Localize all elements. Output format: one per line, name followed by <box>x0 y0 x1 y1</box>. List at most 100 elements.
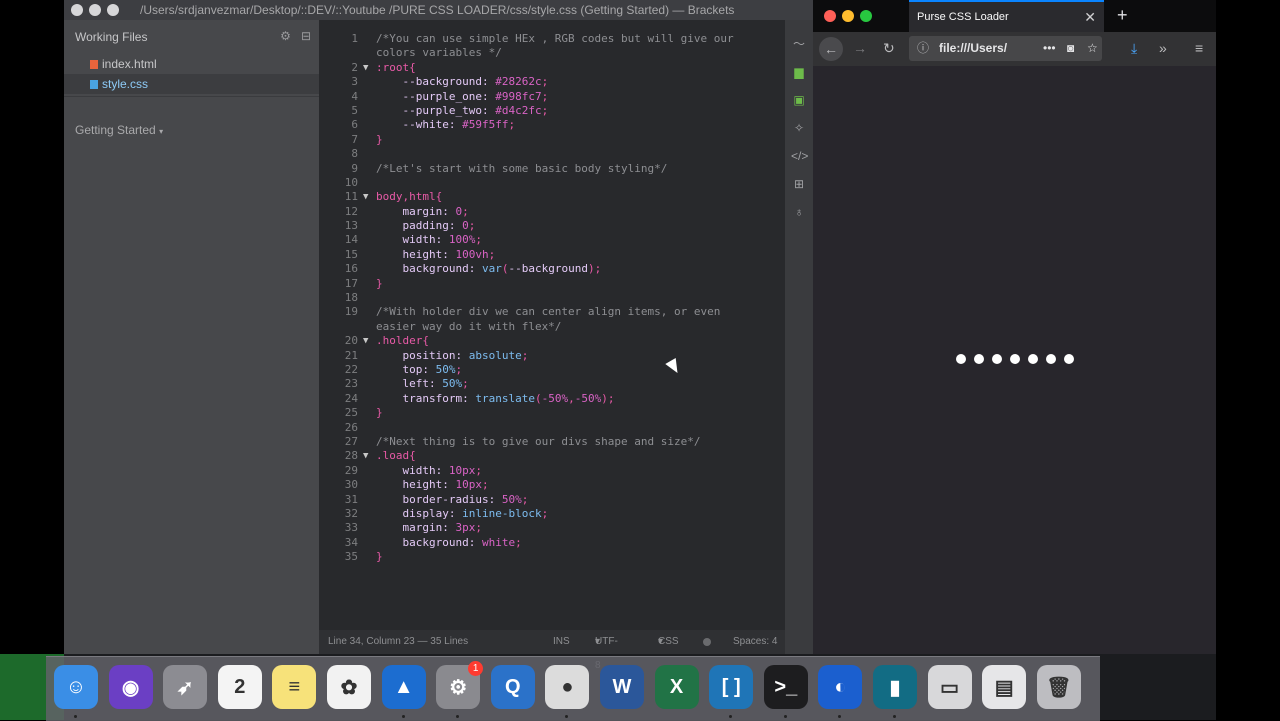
ff-minimize-window-button[interactable] <box>842 10 854 22</box>
language-select[interactable]: CSS ▾ <box>658 630 679 654</box>
downloads-icon[interactable]: ⤓ <box>1131 40 1137 57</box>
live-preview-icon[interactable]: 〜 <box>791 36 807 52</box>
code-line[interactable]: 26 <box>319 421 785 435</box>
code-line[interactable]: 23 left: 50%; <box>319 377 785 391</box>
notes-icon[interactable]: ≡ <box>272 665 317 709</box>
code-line[interactable]: 2 ▼:root{ <box>319 61 785 75</box>
code-line[interactable]: 13 padding: 0; <box>319 219 785 233</box>
code-line[interactable]: 14 width: 100%; <box>319 233 785 247</box>
trash-icon[interactable]: 🗑 <box>1036 665 1081 709</box>
code-line[interactable]: 29 width: 10px; <box>319 464 785 478</box>
code-line[interactable]: 35} <box>319 550 785 564</box>
sequel-pro-icon[interactable]: ● <box>545 665 590 709</box>
word-icon[interactable]: W <box>600 665 644 709</box>
code-line[interactable]: 25} <box>319 406 785 420</box>
code-line[interactable]: 11 ▼ body,html{ <box>319 190 785 204</box>
excel-icon[interactable]: X <box>654 665 699 709</box>
code-line[interactable]: easier way do it with flex*/ <box>319 320 785 334</box>
linter-status-icon[interactable] <box>703 638 711 646</box>
code-line[interactable]: 34 background: white; <box>319 536 785 550</box>
code-line[interactable]: 7} <box>319 133 785 147</box>
code-line[interactable]: 27 /*Next thing is to give our divs shape… <box>319 435 785 449</box>
working-file-item[interactable]: style.css <box>64 74 319 94</box>
quicktime-icon[interactable]: Q <box>490 665 535 709</box>
pocket-icon[interactable]: ◙ <box>1067 36 1074 61</box>
indent-setting[interactable]: Spaces: 4 <box>733 630 777 654</box>
code-line[interactable]: 1 /*You can use simple HEx , RGB codes bu… <box>319 32 785 46</box>
folder-icon[interactable]: ▭ <box>927 665 972 709</box>
encoding-select[interactable]: UTF-8 ▾ <box>595 630 618 671</box>
document-icon[interactable]: ▤ <box>982 665 1027 709</box>
maximize-window-button[interactable] <box>107 4 119 16</box>
code-line[interactable]: 6 --white: #59f5ff; <box>319 118 785 132</box>
code-line[interactable]: 32 display: inline-block; <box>319 507 785 521</box>
code-line[interactable]: 8 <box>319 147 785 161</box>
code-editor[interactable]: 1 /*You can use simple HEx , RGB codes bu… <box>319 20 785 671</box>
code-line[interactable]: 10 <box>319 176 785 190</box>
lightbulb-icon[interactable]: ♁ <box>791 204 807 220</box>
magic-wand-icon[interactable]: ✧ <box>791 120 807 136</box>
firefox-icon[interactable]: ◐ <box>818 665 863 709</box>
code-line[interactable]: 9 /*Let's start with some basic body styl… <box>319 162 785 176</box>
hamburger-menu-icon[interactable]: ≡ <box>1195 40 1203 56</box>
url-bar[interactable]: ⓘ file:///Users/ ••• ◙ ☆ <box>909 36 1102 61</box>
code-line[interactable]: 30 height: 10px; <box>319 478 785 492</box>
siri-icon[interactable]: ◉ <box>108 665 153 709</box>
code-line[interactable]: 17} <box>319 277 785 291</box>
code-line[interactable]: 5 --purple_two: #d4c2fc; <box>319 104 785 118</box>
overflow-chevron-icon[interactable]: » <box>1159 40 1167 56</box>
code-line[interactable]: colors variables */ <box>319 46 785 60</box>
ff-close-window-button[interactable] <box>824 10 836 22</box>
new-tab-icon[interactable]: + <box>1117 5 1128 26</box>
terminal-icon[interactable]: >_ <box>763 665 808 709</box>
page-actions-icon[interactable]: ••• <box>1043 36 1056 61</box>
code-area[interactable]: 1 /*You can use simple HEx , RGB codes bu… <box>319 32 785 564</box>
code-line[interactable]: 15 height: 100vh; <box>319 248 785 262</box>
reload-icon[interactable]: ↻ <box>883 40 895 57</box>
code-line[interactable]: 20 ▼ .holder{ <box>319 334 785 348</box>
code-line[interactable]: 12 margin: 0; <box>319 205 785 219</box>
working-file-item[interactable]: index.html <box>64 54 319 74</box>
code-line[interactable]: 21 position: absolute; <box>319 349 785 363</box>
photos-icon[interactable]: ✿ <box>327 665 371 709</box>
layout-icon[interactable]: ⊞ <box>791 176 807 192</box>
forward-arrow-icon[interactable]: → <box>853 40 867 56</box>
fold-toggle-icon[interactable]: ▼ <box>363 449 368 463</box>
fold-toggle-icon[interactable]: ▼ <box>363 61 368 75</box>
affinity-icon[interactable]: ▲ <box>381 665 426 709</box>
code-line[interactable]: 24 transform: translate(-50%,-50%); <box>319 392 785 406</box>
code-line[interactable]: 22 top: 50%; <box>319 363 785 377</box>
close-window-button[interactable] <box>71 4 83 16</box>
info-icon[interactable]: ⓘ <box>917 36 929 61</box>
code-line[interactable]: 4 --purple_one: #998fc7; <box>319 90 785 104</box>
gear-icon[interactable]: ⚙ <box>280 29 291 43</box>
brackets-icon[interactable]: [ ] <box>709 665 754 709</box>
gift-icon[interactable]: ▣ <box>791 92 807 108</box>
back-arrow-icon[interactable]: ← <box>819 37 843 61</box>
code-line[interactable]: 18 <box>319 291 785 305</box>
minimize-window-button[interactable] <box>89 4 101 16</box>
split-view-icon[interactable]: ⊟ <box>301 29 311 43</box>
code-line[interactable]: 16 background: var(--background); <box>319 262 785 276</box>
extension-manager-icon[interactable]: ▆ <box>791 64 807 80</box>
code-icon[interactable]: </> <box>791 148 808 164</box>
book-icon[interactable]: ▮ <box>873 665 917 709</box>
code-line[interactable]: 19 /*With holder div we can center align … <box>319 305 785 319</box>
fold-toggle-icon[interactable]: ▼ <box>363 334 368 348</box>
project-dropdown[interactable]: Getting Started ▾ <box>75 123 163 137</box>
insert-mode[interactable]: INS <box>553 630 570 654</box>
close-tab-icon[interactable]: ✕ <box>1084 2 1096 32</box>
code-line[interactable]: 3 --background: #28262c; <box>319 75 785 89</box>
finder-icon[interactable]: ☺ <box>54 665 98 709</box>
launchpad-icon[interactable]: ➶ <box>163 665 208 709</box>
code-token: border-radius: <box>376 492 502 506</box>
fold-toggle-icon[interactable]: ▼ <box>363 190 368 204</box>
ff-maximize-window-button[interactable] <box>860 10 872 22</box>
code-line[interactable]: 33 margin: 3px; <box>319 521 785 535</box>
bookmark-star-icon[interactable]: ☆ <box>1087 36 1098 61</box>
code-line[interactable]: 31 border-radius: 50%; <box>319 493 785 507</box>
tab-active[interactable]: Purse CSS Loader ✕ <box>909 0 1104 32</box>
code-line[interactable]: 28 ▼ .load{ <box>319 449 785 463</box>
line-number: 22 <box>344 362 358 376</box>
calendar-icon[interactable]: 2 <box>217 665 262 709</box>
